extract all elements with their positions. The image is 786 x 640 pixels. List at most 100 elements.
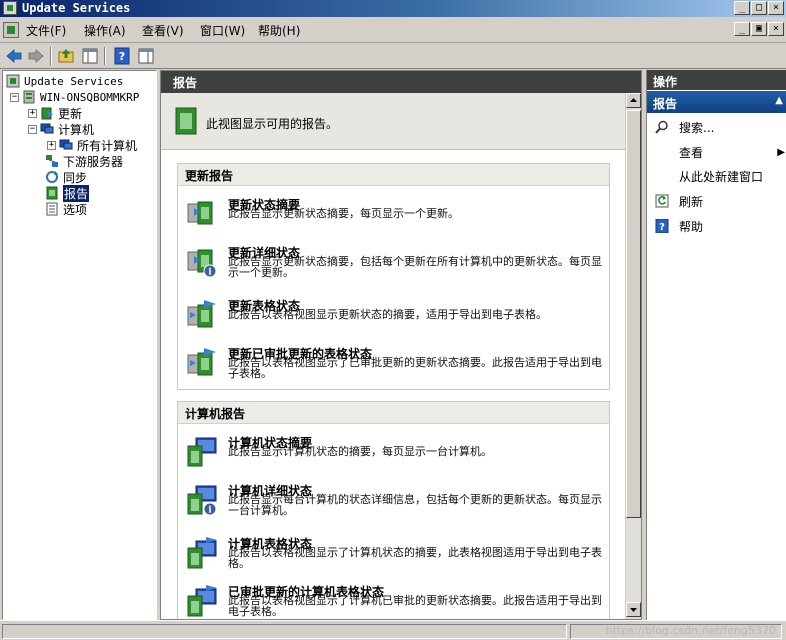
toolbar: ? [0, 43, 786, 69]
child-minimize-button[interactable]: _ [734, 22, 750, 36]
tree-label-reports: 报告 [63, 184, 90, 202]
collapse-toggle[interactable]: − [28, 124, 37, 134]
action-help[interactable]: ? 帮助 [647, 215, 786, 237]
help-icon: ? [655, 218, 669, 234]
action-search[interactable]: 搜索... [647, 116, 786, 138]
sync-icon [45, 170, 59, 184]
menu-action[interactable]: 操作(A) [84, 22, 126, 39]
report-icon [186, 198, 218, 230]
tree-item-server[interactable]: − WIN-ONSQBOMMKRP [10, 89, 139, 105]
show-hide-tree-icon[interactable] [80, 46, 100, 66]
section-title: 更新报告 [178, 164, 609, 186]
console-tree: Update Services − WIN-ONSQBOMMKRP + 更新 −… [2, 70, 157, 620]
console-icon[interactable] [3, 22, 19, 38]
action-label: 查看 [679, 145, 704, 160]
expand-toggle[interactable]: + [28, 108, 37, 118]
report-description: 此报告以表格视图显示了计算机状态的摘要，此表格视图适用于导出到电子表格。 [228, 546, 602, 570]
report-description: 此报告以表格视图显示了已审批更新的更新状态摘要。此报告适用于导出到电子表格。 [228, 356, 602, 380]
report-update-tabular[interactable]: 更新表格状态 此报告以表格视图显示更新状态的摘要，适用于导出到电子表格。 [186, 297, 606, 337]
forward-icon[interactable] [26, 46, 46, 66]
report-description: 此报告以表格视图显示更新状态的摘要，适用于导出到电子表格。 [228, 308, 547, 321]
status-bar: https://blog.csdn.net/feng5370 [0, 620, 786, 640]
report-description: 此报告显示更新状态摘要，每页显示一个更新。 [228, 207, 459, 220]
tree-label-computers: 计算机 [58, 122, 95, 137]
action-label: 从此处新建窗口 [679, 169, 764, 184]
action-view[interactable]: 查看 ▶ [647, 141, 786, 163]
menu-view[interactable]: 查看(V) [142, 22, 184, 39]
minimize-button[interactable]: _ [734, 1, 750, 15]
svg-text:i: i [208, 268, 212, 278]
up-folder-icon[interactable] [56, 46, 76, 66]
reports-icon [45, 186, 59, 200]
scroll-down-button[interactable] [626, 602, 641, 617]
menu-window[interactable]: 窗口(W) [200, 22, 245, 39]
report-description: 此报告显示计算机状态的摘要，每页显示一台计算机。 [228, 445, 492, 458]
computers-icon [40, 122, 54, 136]
tree-label-root: Update Services [24, 74, 124, 88]
watermark-text: https://blog.csdn.net/feng5370 [605, 624, 776, 637]
expand-toggle[interactable]: + [47, 140, 56, 150]
scroll-up-button[interactable] [626, 93, 641, 108]
update-services-icon [6, 74, 20, 88]
downstream-servers-icon [45, 154, 59, 168]
tree-item-computers[interactable]: − 计算机 [28, 121, 94, 137]
results-header: 报告 [161, 71, 641, 93]
tree-label-server: WIN-ONSQBOMMKRP [40, 90, 140, 104]
report-computer-summary[interactable]: 计算机状态摘要 此报告显示计算机状态的摘要，每页显示一台计算机。 [186, 434, 606, 474]
action-new-window[interactable]: 从此处新建窗口 [647, 165, 786, 187]
report-description: 此报告显示更新状态摘要，包括每个更新在所有计算机中的更新状态。每页显示一个更新。 [228, 255, 602, 279]
tree-label-sync: 同步 [63, 170, 88, 185]
tree-item-downstream[interactable]: 下游服务器 [45, 153, 123, 169]
report-update-approved-tabular[interactable]: 更新已审批更新的表格状态 此报告以表格视图显示了已审批更新的更新状态摘要。此报告… [186, 345, 606, 385]
app-icon [3, 1, 17, 15]
tree-item-reports[interactable]: 报告 [45, 184, 90, 202]
collapse-toggle[interactable]: − [10, 92, 19, 102]
report-computer-tabular[interactable]: 计算机表格状态 此报告以表格视图显示了计算机状态的摘要，此表格视图适用于导出到电… [186, 535, 606, 575]
tree-item-sync[interactable]: 同步 [45, 169, 87, 185]
computer-report-icon [186, 436, 218, 468]
help-icon[interactable]: ? [112, 46, 132, 66]
report-detail-icon: i [186, 246, 218, 278]
results-pane: 报告 此视图显示可用的报告。 更新报告 更新状态摘要 此报告显示更新状态摘要，每… [160, 70, 642, 620]
svg-text:i: i [208, 506, 212, 516]
action-label: 搜索... [679, 120, 715, 135]
reports-large-icon [175, 107, 197, 135]
svg-text:?: ? [119, 50, 125, 63]
tree-item-updates[interactable]: + 更新 [28, 105, 82, 121]
intro-text: 此视图显示可用的报告。 [206, 117, 339, 131]
report-computer-detailed[interactable]: i 计算机详细状态 此报告显示每台计算机的状态详细信息，包括每个更新的更新状态。… [186, 482, 606, 526]
back-icon[interactable] [4, 46, 24, 66]
report-update-detailed[interactable]: i 更新详细状态 此报告显示更新状态摘要，包括每个更新在所有计算机中的更新状态。… [186, 244, 606, 288]
scroll-thumb[interactable] [626, 110, 641, 518]
collapse-arrow-icon[interactable]: ▲ [775, 95, 783, 106]
intro-banner: 此视图显示可用的报告。 [161, 93, 625, 150]
status-cell-main [2, 624, 567, 639]
maximize-button[interactable]: □ [751, 1, 767, 15]
show-hide-action-pane-icon[interactable] [136, 46, 156, 66]
child-restore-button[interactable]: ▣ [751, 22, 767, 36]
tree-item-options[interactable]: 选项 [45, 201, 87, 217]
child-close-button[interactable]: × [768, 22, 784, 36]
window-title: Update Services [22, 1, 131, 15]
close-button[interactable]: × [768, 1, 784, 15]
tree-label-downstream: 下游服务器 [63, 154, 124, 169]
action-label: 刷新 [679, 194, 704, 209]
action-label: 帮助 [679, 219, 704, 234]
computer-report-export-icon [186, 585, 218, 617]
report-update-summary[interactable]: 更新状态摘要 此报告显示更新状态摘要，每页显示一个更新。 [186, 196, 606, 236]
actions-subheader[interactable]: 报告 ▲ [647, 91, 786, 113]
tree-item-all-computers[interactable]: + 所有计算机 [47, 137, 137, 153]
tree-label-updates: 更新 [58, 106, 83, 121]
refresh-icon [655, 194, 669, 208]
vertical-scrollbar[interactable] [625, 93, 641, 619]
menu-file[interactable]: 文件(F) [26, 22, 66, 39]
report-computer-approved-tabular[interactable]: 已审批更新的计算机表格状态 此报告以表格视图显示了计算机已审批的更新状态摘要。此… [186, 583, 606, 619]
actions-subheader-label: 报告 [653, 97, 678, 111]
tree-item-root[interactable]: Update Services [6, 73, 123, 89]
reports-content: 此视图显示可用的报告。 更新报告 更新状态摘要 此报告显示更新状态摘要，每页显示… [161, 93, 625, 619]
action-refresh[interactable]: 刷新 [647, 190, 786, 212]
computer-group-icon [59, 138, 73, 152]
svg-text:?: ? [659, 222, 665, 233]
menu-help[interactable]: 帮助(H) [258, 22, 300, 39]
menu-bar: 文件(F) 操作(A) 查看(V) 窗口(W) 帮助(H) _ ▣ × [0, 17, 786, 43]
